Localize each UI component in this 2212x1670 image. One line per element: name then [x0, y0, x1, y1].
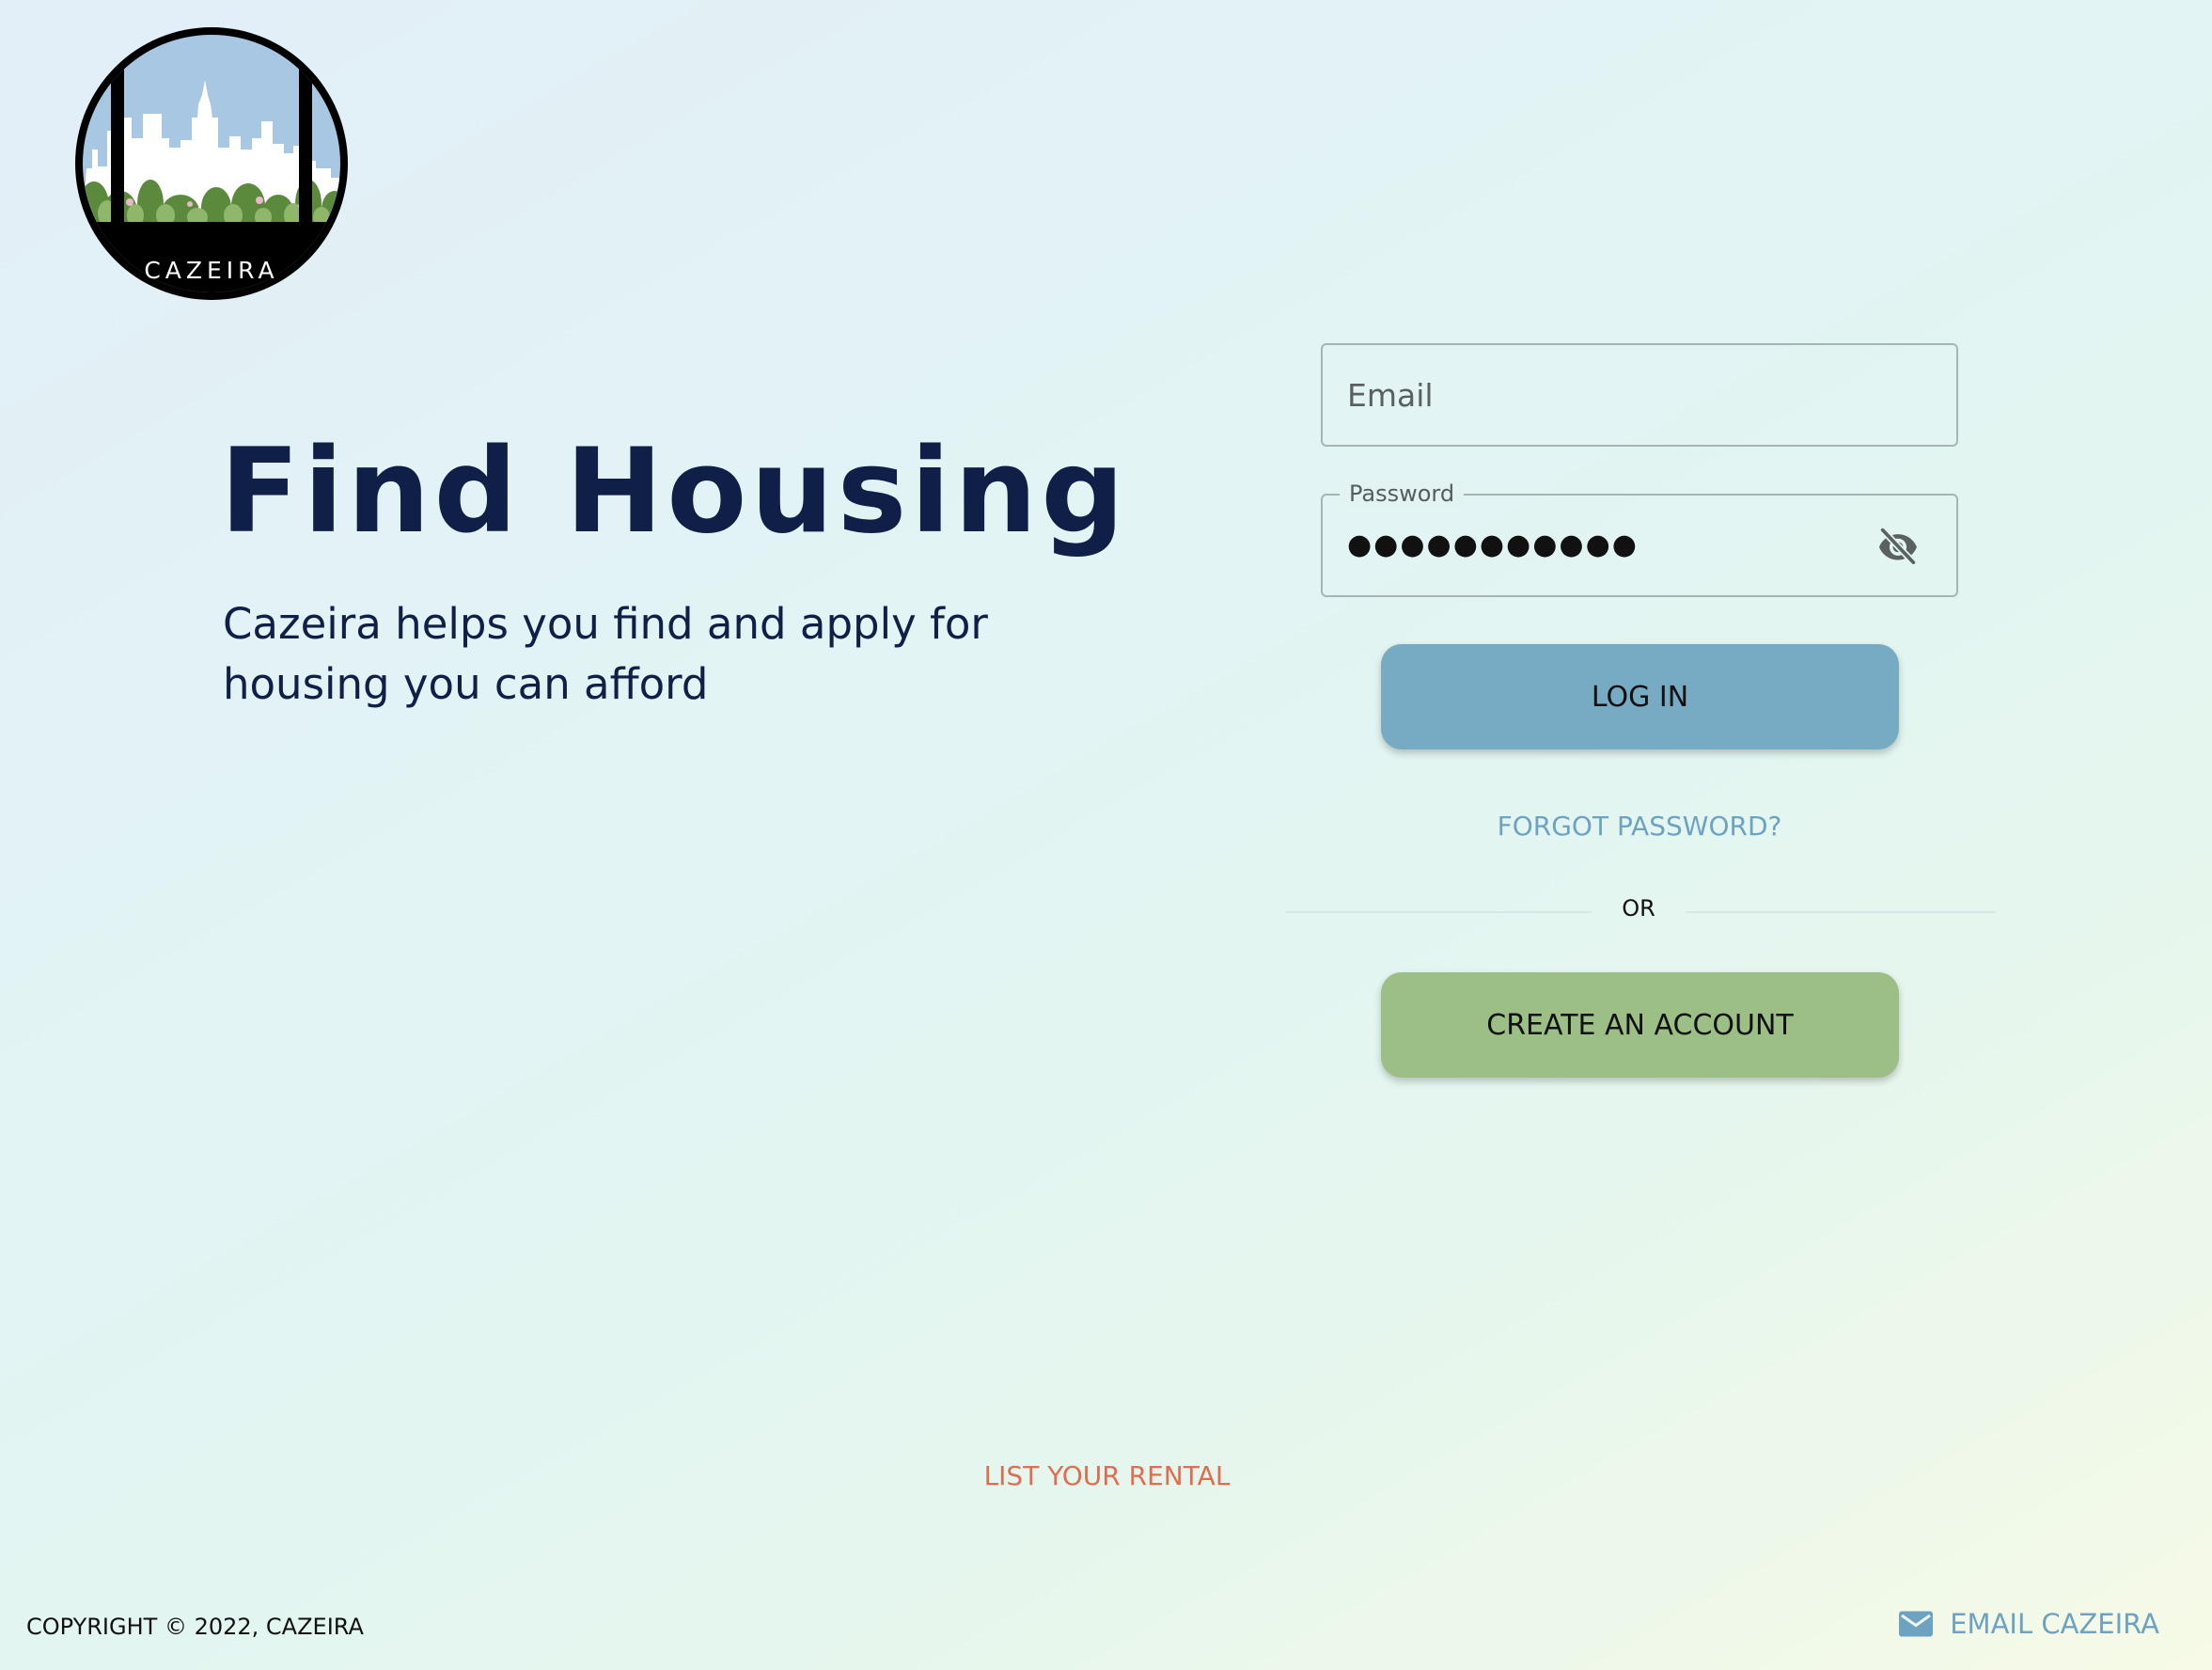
- copyright-text: COPYRIGHT © 2022, CAZEIRA: [26, 1614, 364, 1640]
- hero-title: Find Housing: [220, 424, 1129, 559]
- email-field[interactable]: [1321, 343, 1958, 447]
- create-account-button[interactable]: CREATE AN ACCOUNT: [1381, 972, 1899, 1078]
- email-link-label: EMAIL CAZEIRA: [1950, 1608, 2159, 1640]
- hero-subtitle: Cazeira helps you find and apply for hou…: [223, 599, 988, 709]
- list-rental-link[interactable]: LIST YOUR RENTAL: [978, 1460, 1236, 1491]
- cazeira-logo[interactable]: CAZEIRA: [75, 27, 348, 300]
- eye-off-icon[interactable]: [1877, 527, 1919, 564]
- forgot-password-link[interactable]: FORGOT PASSWORD?: [1321, 811, 1958, 842]
- password-input[interactable]: ●●●●●●●●●●●: [1347, 496, 1639, 595]
- divider-or: OR: [1622, 895, 1655, 922]
- logo-wordmark: CAZEIRA: [144, 257, 279, 284]
- email-input[interactable]: [1347, 345, 1874, 445]
- password-field[interactable]: Password ●●●●●●●●●●●: [1321, 481, 1958, 597]
- divider-line-left: [1286, 911, 1592, 913]
- divider-line-right: [1686, 911, 1996, 913]
- email-cazeira-link[interactable]: EMAIL CAZEIRA: [1899, 1608, 2159, 1640]
- mail-icon: [1899, 1611, 1934, 1637]
- login-button[interactable]: LOG IN: [1381, 644, 1899, 749]
